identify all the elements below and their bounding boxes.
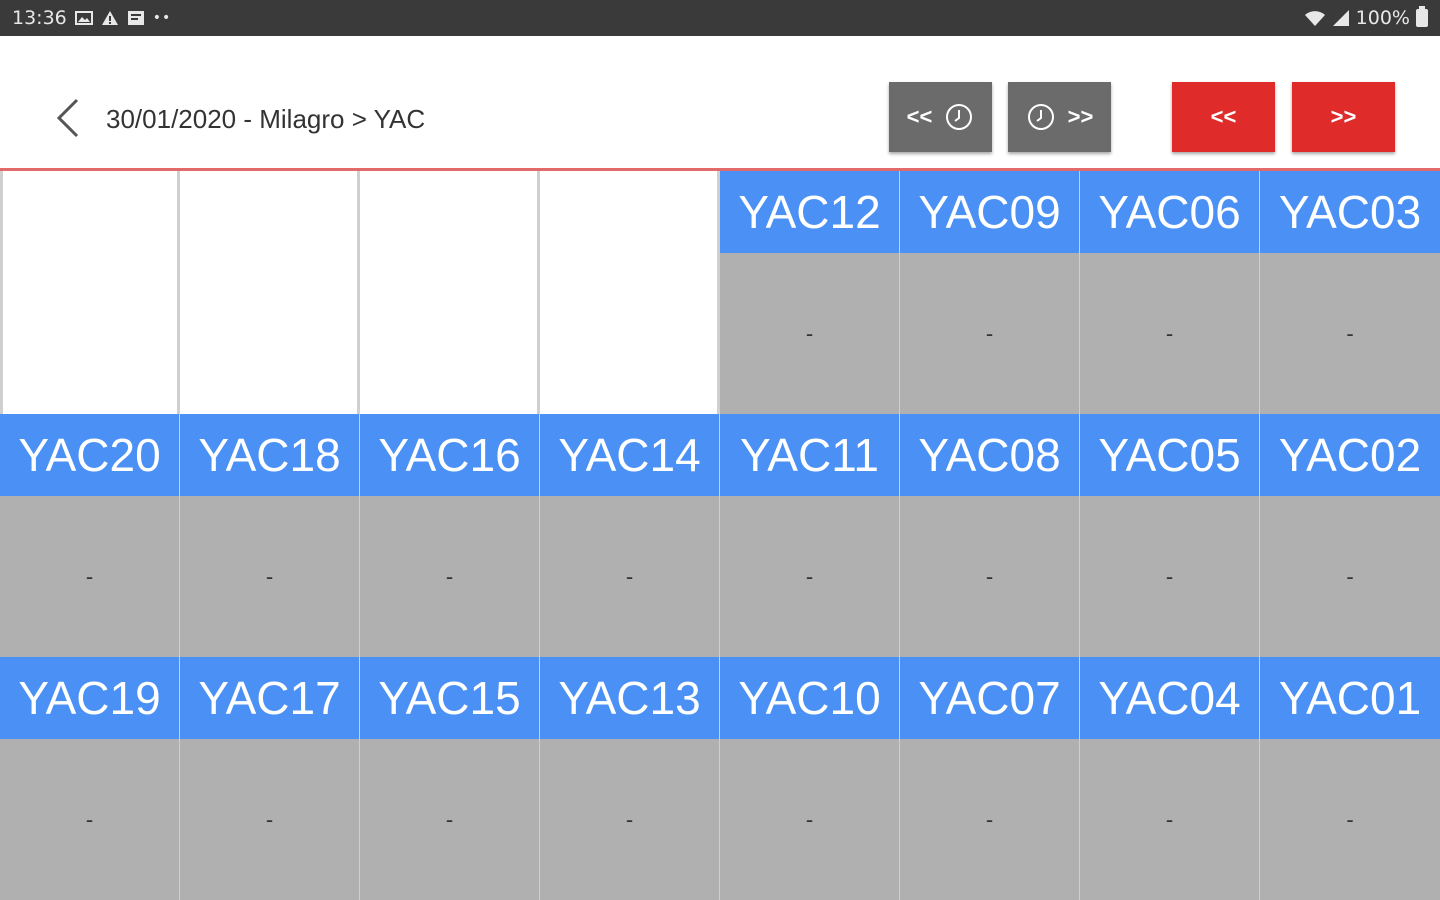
slot-cell[interactable]: YAC15 -	[360, 657, 540, 900]
slot-cell[interactable]: YAC03 -	[1260, 171, 1440, 414]
clock: 13:36	[12, 7, 67, 29]
grid-row: YAC19 - YAC17 - YAC15 - YAC13 - YAC10 - …	[0, 657, 1440, 900]
slot-label: YAC06	[1080, 171, 1259, 253]
slot-value: -	[0, 739, 179, 900]
slot-value: -	[180, 496, 359, 657]
slot-value: -	[540, 496, 719, 657]
slot-cell[interactable]: YAC01 -	[1260, 657, 1440, 900]
previous-button[interactable]: <<	[1172, 82, 1275, 152]
slot-cell[interactable]: YAC08 -	[900, 414, 1080, 657]
slot-label: YAC16	[360, 414, 539, 496]
slot-label: YAC04	[1080, 657, 1259, 739]
previous-time-button[interactable]: <<	[889, 82, 992, 152]
slot-value: -	[720, 739, 899, 900]
next-arrows: >>	[1067, 104, 1094, 129]
slot-label: YAC19	[0, 657, 179, 739]
slot-value: -	[360, 739, 539, 900]
next-time-button[interactable]: >>	[1008, 82, 1111, 152]
slot-value: -	[1260, 739, 1440, 900]
slot-cell[interactable]: YAC20 -	[0, 414, 180, 657]
signal-icon	[1332, 9, 1350, 27]
slot-cell[interactable]: YAC10 -	[720, 657, 900, 900]
battery-percent: 100%	[1355, 7, 1410, 29]
battery-icon	[1416, 6, 1428, 27]
slot-value: -	[1260, 496, 1440, 657]
slot-label: YAC01	[1260, 657, 1440, 739]
empty-cell	[0, 171, 180, 414]
slot-cell[interactable]: YAC02 -	[1260, 414, 1440, 657]
slot-cell[interactable]: YAC05 -	[1080, 414, 1260, 657]
slot-value: -	[1260, 253, 1440, 414]
slot-label: YAC15	[360, 657, 539, 739]
slot-label: YAC11	[720, 414, 899, 496]
slot-value: -	[0, 496, 179, 657]
slot-cell[interactable]: YAC11 -	[720, 414, 900, 657]
next-button-label: >>	[1330, 104, 1357, 129]
image-icon	[74, 10, 93, 26]
empty-cell	[360, 171, 540, 414]
slot-label: YAC14	[540, 414, 719, 496]
warning-icon	[101, 10, 119, 26]
slot-cell[interactable]: YAC16 -	[360, 414, 540, 657]
slot-cell[interactable]: YAC07 -	[900, 657, 1080, 900]
slot-label: YAC02	[1260, 414, 1440, 496]
grid-row: YAC20 - YAC18 - YAC16 - YAC14 - YAC11 - …	[0, 414, 1440, 657]
slot-value: -	[900, 739, 1079, 900]
slot-cell[interactable]: YAC06 -	[1080, 171, 1260, 414]
slot-value: -	[900, 253, 1079, 414]
slot-cell[interactable]: YAC09 -	[900, 171, 1080, 414]
slot-cell[interactable]: YAC14 -	[540, 414, 720, 657]
clock-icon	[1027, 104, 1054, 130]
slot-label: YAC10	[720, 657, 899, 739]
previous-button-label: <<	[1210, 104, 1237, 129]
empty-cell	[180, 171, 360, 414]
prev-arrows: <<	[906, 104, 933, 129]
slot-label: YAC17	[180, 657, 359, 739]
slot-value: -	[720, 253, 899, 414]
slot-value: -	[180, 739, 359, 900]
breadcrumb: 30/01/2020 - Milagro > YAC	[106, 104, 426, 134]
slot-cell[interactable]: YAC18 -	[180, 414, 360, 657]
chevron-left-icon	[56, 98, 79, 138]
slot-label: YAC07	[900, 657, 1079, 739]
grid-row: YAC12 - YAC09 - YAC06 - YAC03 -	[0, 171, 1440, 414]
slot-label: YAC03	[1260, 171, 1440, 253]
status-bar: 13:36 •• 100%	[0, 0, 1440, 36]
crate-grid: YAC12 - YAC09 - YAC06 - YAC03 - YAC20 - …	[0, 171, 1440, 900]
slot-value: -	[1080, 739, 1259, 900]
slot-cell[interactable]: YAC17 -	[180, 657, 360, 900]
slot-value: -	[540, 739, 719, 900]
empty-cell	[540, 171, 720, 414]
header: 30/01/2020 - Milagro > YAC << >> << >>	[0, 36, 1440, 169]
slot-label: YAC08	[900, 414, 1079, 496]
slot-value: -	[720, 496, 899, 657]
slot-label: YAC09	[900, 171, 1079, 253]
back-button[interactable]	[48, 96, 88, 140]
slot-label: YAC05	[1080, 414, 1259, 496]
slot-value: -	[1080, 496, 1259, 657]
slot-value: -	[360, 496, 539, 657]
slot-label: YAC20	[0, 414, 179, 496]
slot-label: YAC12	[720, 171, 899, 253]
slot-cell[interactable]: YAC04 -	[1080, 657, 1260, 900]
slot-value: -	[900, 496, 1079, 657]
slot-label: YAC13	[540, 657, 719, 739]
more-icon: ••	[152, 10, 172, 26]
wifi-icon	[1304, 9, 1326, 27]
slot-value: -	[1080, 253, 1259, 414]
app-icon	[127, 10, 145, 26]
slot-label: YAC18	[180, 414, 359, 496]
slot-cell[interactable]: YAC12 -	[720, 171, 900, 414]
clock-icon	[946, 104, 973, 130]
slot-cell[interactable]: YAC19 -	[0, 657, 180, 900]
slot-cell[interactable]: YAC13 -	[540, 657, 720, 900]
next-button[interactable]: >>	[1292, 82, 1395, 152]
